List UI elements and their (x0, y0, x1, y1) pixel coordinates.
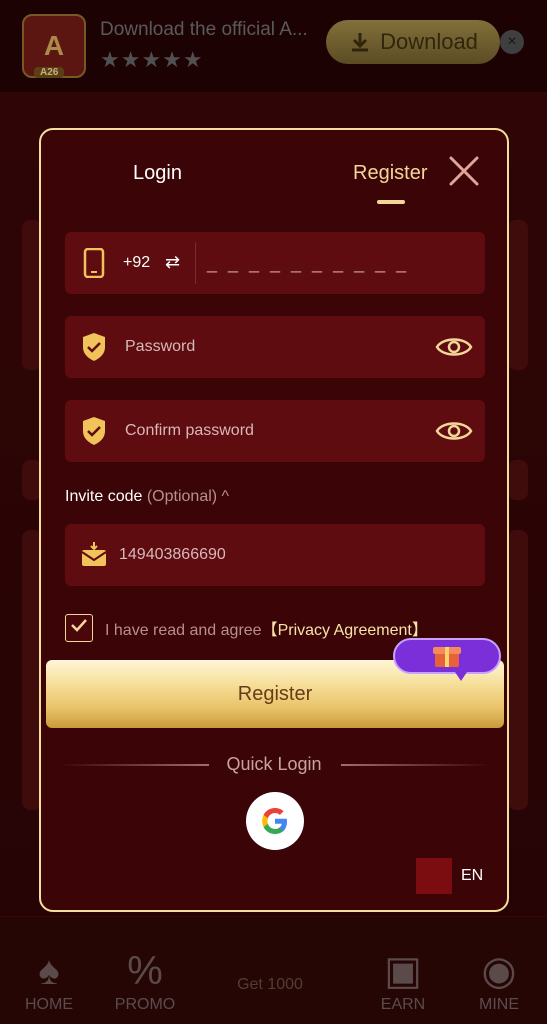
divider-line (341, 764, 491, 766)
active-tab-indicator (377, 200, 405, 204)
password-field[interactable]: Password (65, 316, 485, 378)
phone-field[interactable]: +92 ⇄ _ _ _ _ _ _ _ _ _ _ (65, 232, 485, 294)
agree-checkbox[interactable] (65, 614, 93, 642)
invite-code-field[interactable]: 149403866690 (65, 524, 485, 586)
invite-code-title: Invite code (65, 488, 143, 505)
eye-icon[interactable] (435, 416, 473, 446)
confirm-password-input[interactable]: Confirm password (125, 422, 254, 440)
shield-icon (83, 417, 105, 445)
privacy-agreement: I have read and agree【Privacy Agreement】 (65, 614, 428, 642)
phone-input[interactable]: _ _ _ _ _ _ _ _ _ _ (207, 253, 409, 274)
close-icon[interactable] (447, 154, 481, 188)
gift-badge-tail (455, 672, 467, 681)
gift-badge[interactable] (393, 638, 501, 674)
chevron-up-icon: ^ (221, 488, 230, 505)
tab-login[interactable]: Login (133, 162, 182, 185)
password-input[interactable]: Password (125, 338, 195, 356)
register-modal: Login Register +92 ⇄ _ _ _ _ _ _ _ _ _ _… (39, 128, 509, 912)
invite-code-input[interactable]: 149403866690 (119, 546, 226, 564)
language-flag[interactable] (416, 858, 452, 894)
phone-icon (83, 248, 105, 278)
language-label[interactable]: EN (461, 867, 483, 885)
privacy-agreement-link[interactable]: 【Privacy Agreement】 (262, 622, 428, 639)
invite-code-optional: (Optional) (146, 488, 218, 505)
agree-text: I have read and agree【Privacy Agreement】 (105, 616, 428, 640)
envelope-icon (81, 542, 107, 566)
tab-register[interactable]: Register (353, 162, 427, 185)
google-icon (262, 808, 287, 834)
confirm-password-field[interactable]: Confirm password (65, 400, 485, 462)
eye-icon[interactable] (435, 332, 473, 362)
agree-label: I have read and agree (105, 622, 262, 639)
swap-icon[interactable]: ⇄ (165, 252, 180, 273)
shield-icon (83, 333, 105, 361)
gift-icon (433, 647, 461, 667)
google-login-button[interactable] (246, 792, 304, 850)
check-icon (71, 619, 87, 632)
divider (195, 242, 196, 284)
country-code[interactable]: +92 (123, 254, 150, 272)
invite-code-toggle[interactable]: Invite code (Optional) ^ (65, 488, 229, 506)
